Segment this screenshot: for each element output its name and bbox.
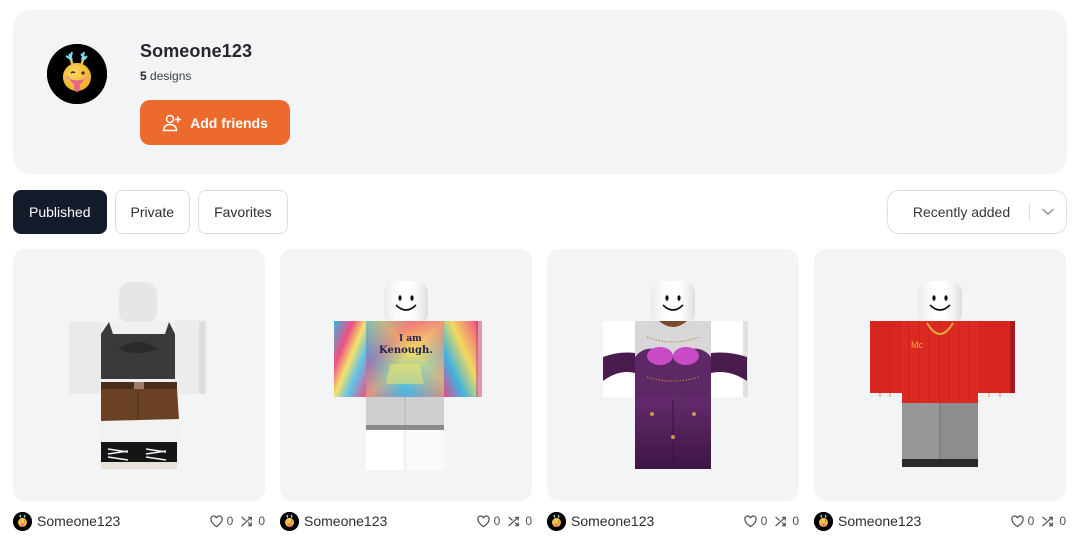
sort-select[interactable]: Recently added — [887, 190, 1067, 234]
author-avatar[interactable] — [280, 511, 299, 531]
remixes-stat[interactable]: 0 — [241, 514, 265, 528]
design-thumbnail[interactable]: Mc — [814, 249, 1066, 501]
profile-username: Someone123 — [140, 41, 253, 61]
remixes-stat[interactable]: 0 — [1042, 514, 1066, 528]
design-tabs: Published Private Favorites — [13, 190, 288, 234]
tab-private[interactable]: Private — [114, 190, 191, 234]
design-card-footer: Someone123 0 0 — [547, 511, 799, 531]
chevron-down-icon[interactable] — [1030, 208, 1066, 216]
remixes-stat[interactable]: 0 — [508, 514, 532, 528]
user-plus-icon — [162, 114, 182, 132]
design-card-footer: Someone123 0 0 — [280, 511, 532, 531]
design-card-footer: Someone123 0 0 — [814, 511, 1066, 531]
heart-icon — [209, 514, 223, 527]
likes-count: 0 — [226, 514, 234, 528]
add-friends-label: Add friends — [190, 114, 268, 131]
outfit-preview-image — [69, 282, 207, 469]
design-card: Someone123 0 0 — [13, 249, 265, 531]
likes-count: 0 — [493, 514, 501, 528]
author-name[interactable]: Someone123 — [571, 513, 736, 529]
shirt-text-line1: I am — [399, 334, 422, 344]
design-card: I am Kenough. Someone123 0 0 — [280, 249, 532, 531]
remixes-stat[interactable]: 0 — [775, 514, 799, 528]
likes-count: 0 — [1027, 514, 1035, 528]
add-friends-button[interactable]: Add friends — [140, 100, 290, 145]
heart-icon — [476, 514, 490, 527]
remixes-count: 0 — [525, 514, 532, 528]
emoji-face-tongue-icon — [280, 512, 299, 531]
shuffle-icon — [1042, 516, 1054, 526]
likes-stat[interactable]: 0 — [1010, 514, 1035, 528]
likes-count: 0 — [760, 514, 768, 528]
design-thumbnail[interactable]: I am Kenough. — [280, 249, 532, 501]
author-avatar[interactable] — [547, 511, 566, 531]
sort-selected-value: Recently added — [912, 204, 1011, 220]
emoji-face-tongue-icon — [13, 512, 32, 531]
author-avatar[interactable] — [13, 511, 32, 531]
design-thumbnail[interactable] — [547, 249, 799, 501]
shuffle-icon — [508, 516, 520, 526]
design-card: Mc Someone123 0 0 — [814, 249, 1066, 531]
likes-stat[interactable]: 0 — [209, 514, 234, 528]
likes-stat[interactable]: 0 — [476, 514, 501, 528]
emoji-face-tongue-icon — [47, 44, 107, 104]
designs-grid: Someone123 0 0 I am Kenough. Someone123 … — [13, 249, 1066, 531]
designs-count-label: designs — [150, 69, 192, 83]
likes-stat[interactable]: 0 — [743, 514, 768, 528]
outfit-preview-image: I am Kenough. — [334, 281, 482, 470]
tab-published[interactable]: Published — [13, 190, 107, 234]
emoji-face-tongue-icon — [814, 512, 833, 531]
remixes-count: 0 — [1059, 514, 1066, 528]
shirt-text-mc: Mc — [911, 340, 923, 350]
profile-card: Someone123 5 designs Add friends — [13, 10, 1067, 174]
outfit-preview-image: Mc — [870, 281, 1015, 467]
author-name[interactable]: Someone123 — [838, 513, 1003, 529]
designs-count-number: 5 — [140, 69, 147, 83]
remixes-count: 0 — [792, 514, 799, 528]
design-card: Someone123 0 0 — [547, 249, 799, 531]
author-name[interactable]: Someone123 — [304, 513, 469, 529]
designs-count: 5 designs — [140, 69, 191, 83]
remixes-count: 0 — [258, 514, 265, 528]
outfit-preview-image — [603, 281, 748, 469]
shuffle-icon — [775, 516, 787, 526]
shuffle-icon — [241, 516, 253, 526]
tab-favorites[interactable]: Favorites — [198, 190, 288, 234]
emoji-face-tongue-icon — [547, 512, 566, 531]
heart-icon — [743, 514, 757, 527]
shirt-text-line2: Kenough. — [379, 345, 433, 356]
author-avatar[interactable] — [814, 511, 833, 531]
avatar — [47, 44, 107, 104]
design-thumbnail[interactable] — [13, 249, 265, 501]
design-card-footer: Someone123 0 0 — [13, 511, 265, 531]
author-name[interactable]: Someone123 — [37, 513, 202, 529]
heart-icon — [1010, 514, 1024, 527]
